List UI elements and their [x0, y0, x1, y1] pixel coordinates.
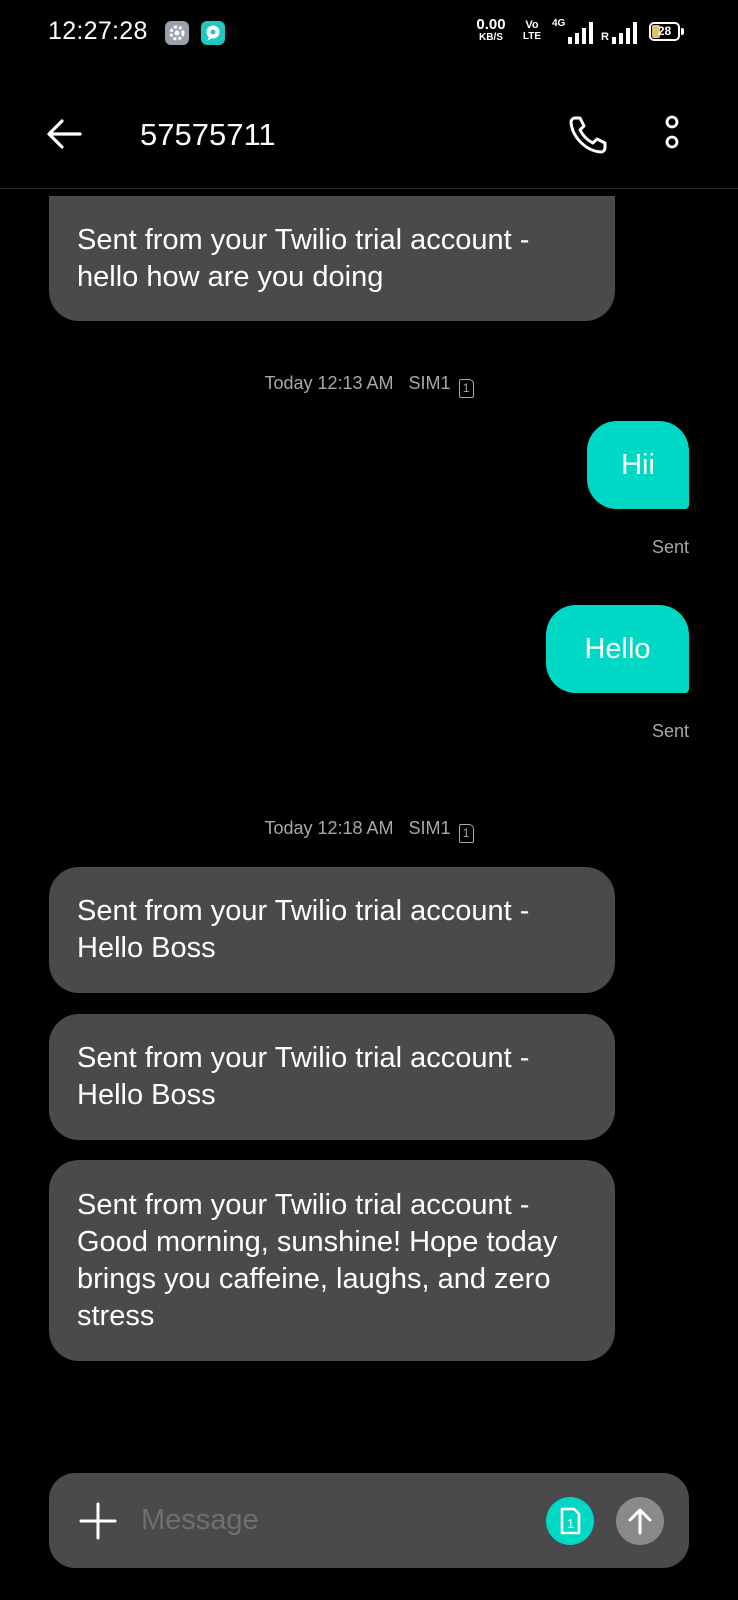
volte-bottom: LTE: [522, 31, 542, 42]
sim-card-icon: 1: [458, 379, 474, 398]
sim-card-icon: 1: [560, 1507, 581, 1535]
sim-select-button[interactable]: 1: [546, 1497, 594, 1545]
plus-icon: [79, 1502, 117, 1540]
separator-sim: SIM1: [408, 818, 451, 838]
status-bar: 12:27:28 0.00 KB/S Vo LTE 4G R 28: [0, 0, 738, 66]
delivery-status: Sent: [651, 537, 689, 557]
date-separator: Today 12:18 AM SIM1 1: [0, 818, 738, 843]
message-line: Sent from your Twilio trial account -: [77, 1188, 530, 1221]
svg-text:1: 1: [567, 1516, 574, 1531]
message-composer: 1: [49, 1473, 689, 1568]
message-text: Sent from your Twilio trial account - He…: [77, 1040, 529, 1114]
message-line: Good morning, sunshine! Hope today: [77, 1225, 558, 1258]
signal-icon: [568, 22, 593, 44]
sim-card-icon: 1: [458, 824, 474, 843]
chat-app-icon: [201, 21, 225, 45]
status-time: 12:27:28: [48, 17, 148, 45]
incoming-message[interactable]: Sent from your Twilio trial account - He…: [49, 1014, 615, 1140]
message-text: Hello: [584, 632, 651, 665]
add-attachment-button[interactable]: [77, 1500, 119, 1542]
send-button[interactable]: [616, 1497, 664, 1545]
message-line: Hello Boss: [77, 932, 216, 964]
volte-top: Vo: [525, 19, 539, 31]
message-text: Hii: [621, 448, 655, 481]
battery-tip: [681, 28, 684, 35]
phone-icon: [569, 116, 607, 154]
more-options-button[interactable]: [650, 109, 694, 159]
delivery-status: Sent: [651, 721, 689, 741]
volte-indicator: Vo LTE: [518, 19, 546, 43]
network-speed-unit: KB/S: [479, 32, 503, 43]
network-speed-value: 0.00: [476, 16, 506, 33]
contact-title: 57575711: [140, 117, 276, 152]
message-text: Sent from your Twilio trial account - Go…: [77, 1187, 557, 1335]
message-text: Sent from your Twilio trial account - he…: [77, 222, 529, 296]
signal-icon-sim2: [612, 22, 637, 44]
message-input[interactable]: [141, 1497, 521, 1543]
incoming-message[interactable]: Sent from your Twilio trial account - Go…: [49, 1160, 615, 1361]
conversation-list[interactable]: Sent from your Twilio trial account - he…: [0, 189, 738, 1459]
roaming-indicator: R: [601, 31, 609, 43]
date-separator: Today 12:13 AM SIM1 1: [0, 373, 738, 398]
incoming-message[interactable]: Sent from your Twilio trial account - He…: [49, 867, 615, 993]
more-vertical-icon: [665, 115, 679, 149]
app-bar: 57575711: [0, 92, 738, 189]
arrow-up-icon: [628, 1508, 652, 1535]
settings-icon: [165, 21, 189, 45]
message-line: stress: [77, 1299, 155, 1332]
back-button[interactable]: [40, 110, 88, 158]
message-line: Sent from your Twilio trial account -: [77, 895, 530, 927]
separator-time: Today 12:18 AM: [264, 818, 394, 838]
separator-sim: SIM1: [408, 373, 451, 393]
incoming-message[interactable]: Sent from your Twilio trial account - he…: [49, 196, 615, 321]
message-line: hello how are you doing: [77, 260, 384, 293]
outgoing-message[interactable]: Hello: [546, 605, 689, 693]
message-text: Sent from your Twilio trial account - He…: [77, 893, 529, 967]
message-line: Sent from your Twilio trial account -: [77, 1042, 530, 1074]
arrow-left-icon: [47, 119, 82, 149]
message-line: Hello Boss: [77, 1079, 216, 1111]
message-line: brings you caffeine, laughs, and zero: [77, 1262, 551, 1295]
message-line: Sent from your Twilio trial account -: [77, 223, 530, 256]
battery-icon: 28: [649, 22, 680, 41]
call-button[interactable]: [564, 109, 614, 159]
separator-time: Today 12:13 AM: [264, 373, 394, 393]
battery-level: 28: [657, 24, 672, 38]
network-type: 4G: [552, 18, 566, 29]
network-speed: 0.00 KB/S: [474, 16, 508, 44]
outgoing-message[interactable]: Hii: [587, 421, 689, 509]
